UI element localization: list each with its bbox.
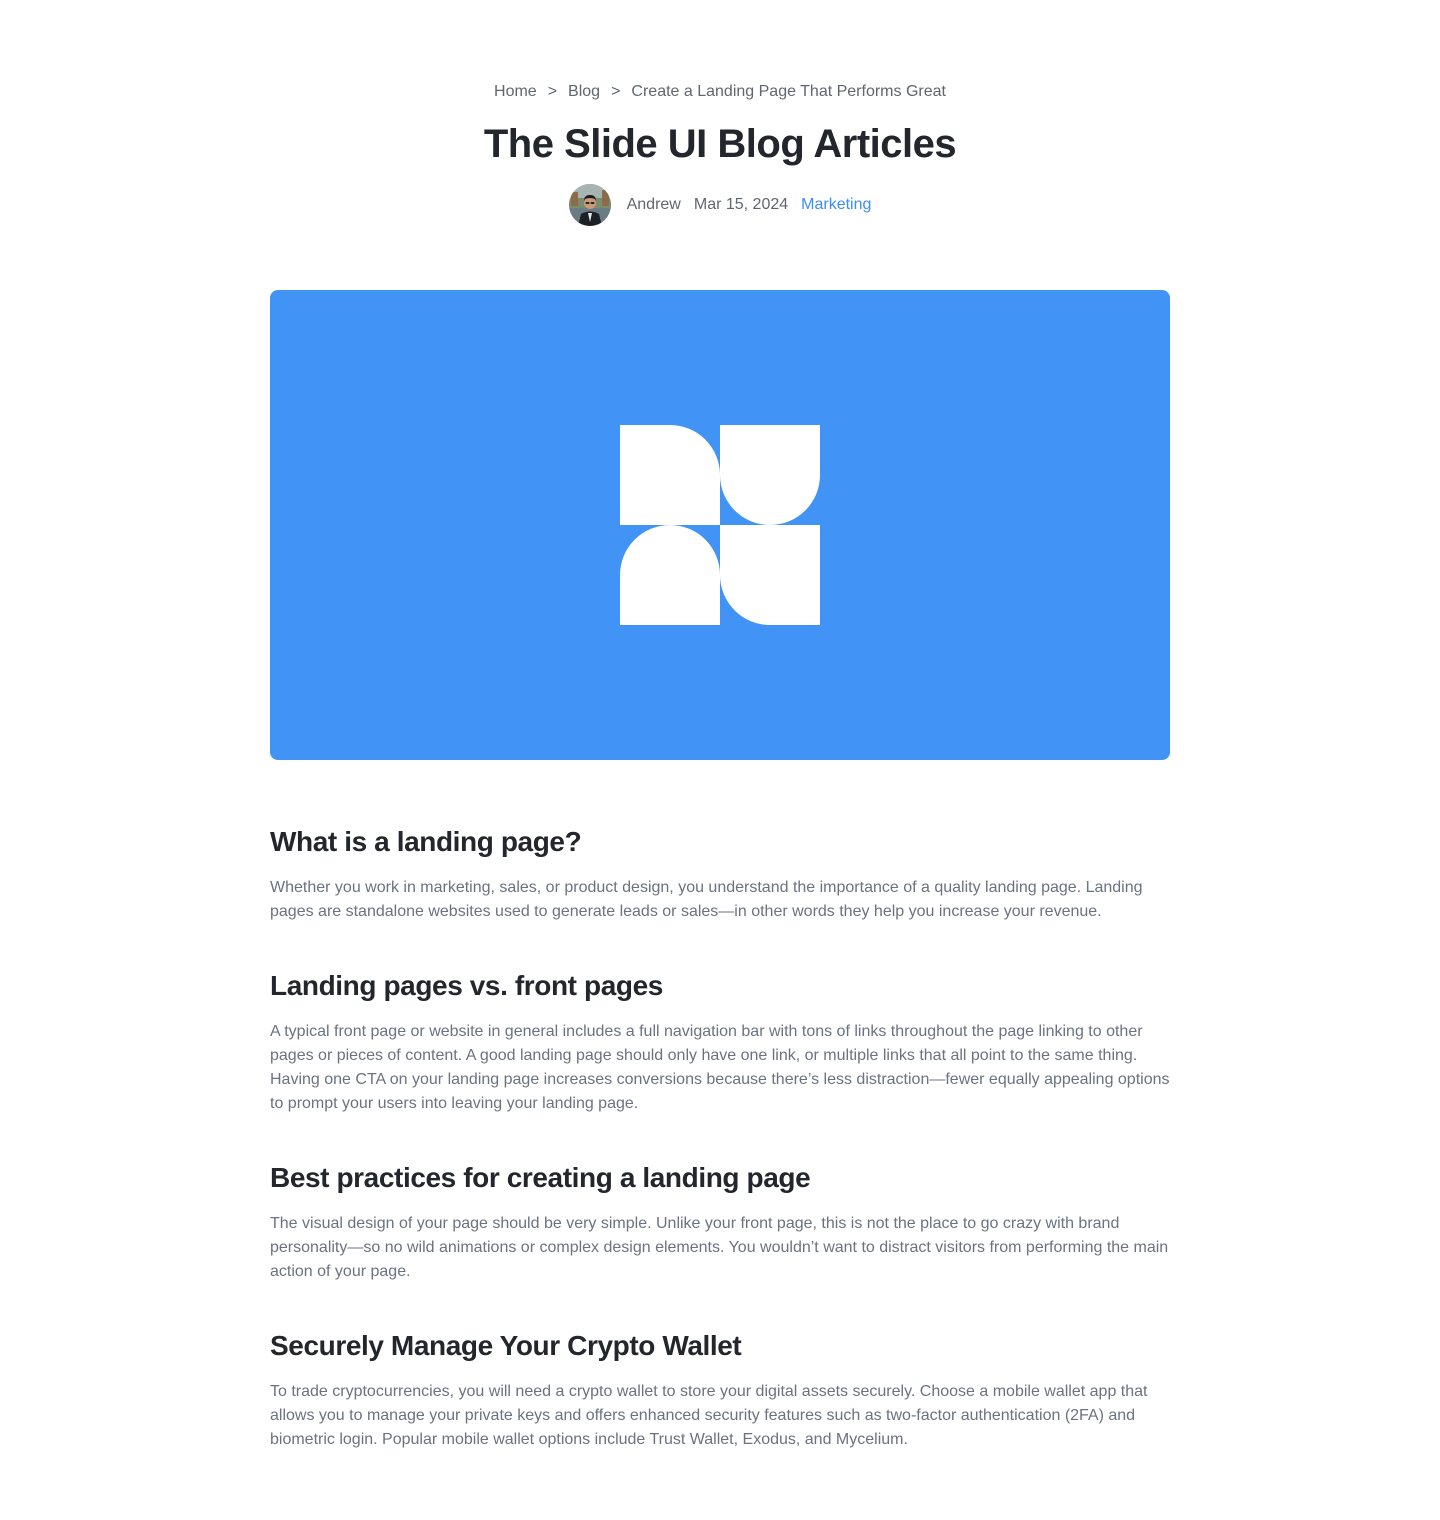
breadcrumb-separator: > xyxy=(611,83,621,100)
publish-date: Mar 15, 2024 xyxy=(693,196,789,213)
blog-article-page: Home > Blog > Create a Landing Page That Per… xyxy=(0,0,1440,1520)
hero-image xyxy=(270,290,1170,760)
author-avatar-icon xyxy=(568,184,611,226)
page-title: The Slide UI Blog Articles xyxy=(483,122,957,166)
section-paragraph: To trade cryptocurrencies, you will need… xyxy=(270,1383,1148,1448)
article-section: What is a landing page? Whether you work… xyxy=(270,820,1170,924)
article-section: Best practices for creating a landing pa… xyxy=(270,1156,1170,1284)
section-paragraph: Whether you work in marketing, sales, or… xyxy=(270,879,1143,920)
slide-ui-logo-icon xyxy=(620,425,820,625)
article-section: Landing pages vs. front pages A typical … xyxy=(270,964,1170,1116)
section-heading: Securely Manage Your Crypto Wallet xyxy=(270,1330,742,1361)
breadcrumb: Home > Blog > Create a Landing Page That Per… xyxy=(0,80,1440,104)
breadcrumb-separator: > xyxy=(547,83,558,100)
breadcrumb-blog-link[interactable]: Blog xyxy=(568,83,600,100)
category-link[interactable]: Marketing xyxy=(801,196,871,214)
section-heading: What is a landing page? xyxy=(270,826,582,857)
avatar xyxy=(568,184,611,226)
article-section: Securely Manage Your Crypto Wallet To tr… xyxy=(270,1324,1170,1452)
section-paragraph: The visual design of your page should be… xyxy=(270,1215,1169,1280)
section-paragraph: A typical front page or website in gener… xyxy=(270,1023,1170,1112)
author-name: Andrew xyxy=(626,196,681,213)
breadcrumb-home-link[interactable]: Home xyxy=(494,83,537,100)
section-heading: Best practices for creating a landing pa… xyxy=(270,1162,811,1193)
section-heading: Landing pages vs. front pages xyxy=(270,970,663,1001)
article-meta: Andrew Mar 15, 2024 Marketing xyxy=(0,184,1440,226)
breadcrumb-current-page: Create a Landing Page That Performs Grea… xyxy=(631,83,946,100)
article-body: What is a landing page? Whether you work… xyxy=(270,820,1170,1452)
